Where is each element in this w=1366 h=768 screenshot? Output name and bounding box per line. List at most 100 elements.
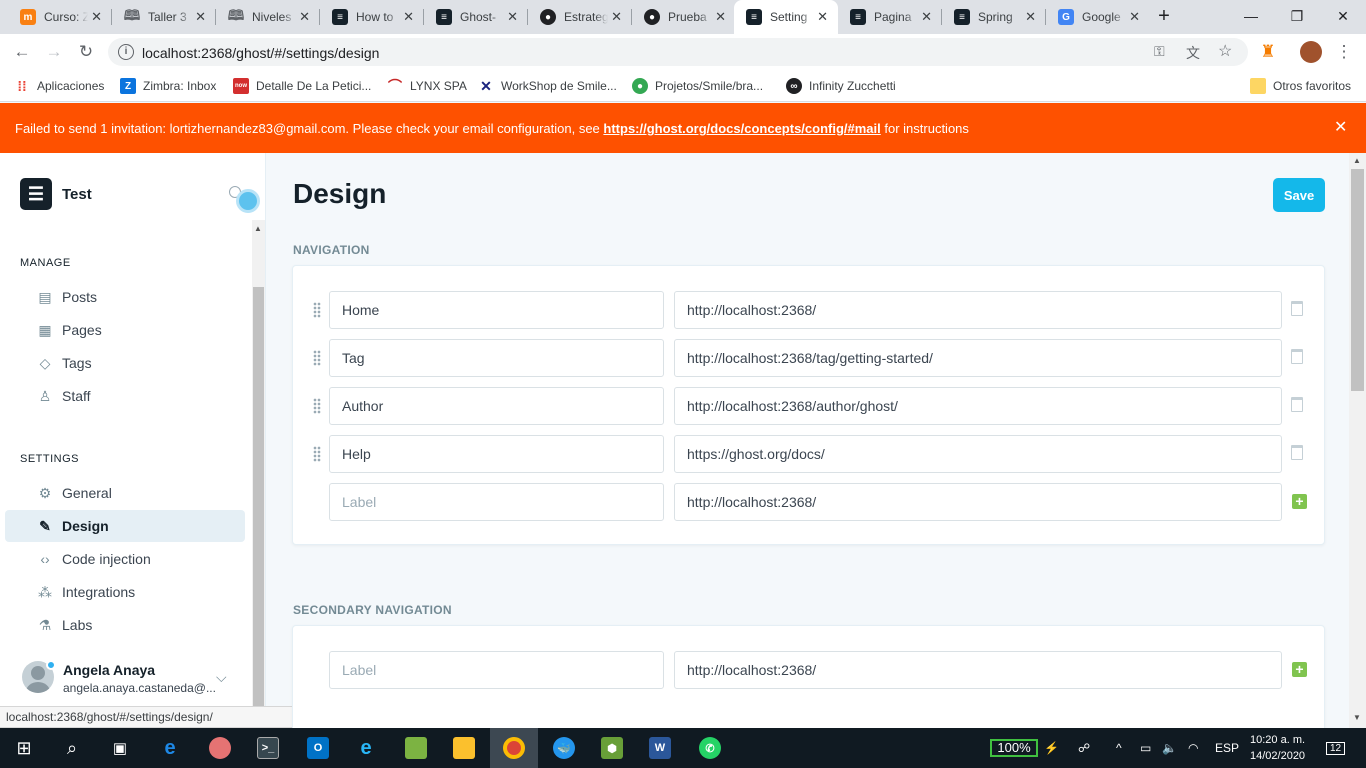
close-tab-icon[interactable]: ✕: [817, 9, 828, 25]
notifications-icon[interactable]: 12: [1326, 728, 1346, 768]
close-tab-icon[interactable]: ✕: [921, 9, 932, 25]
whatsapp-icon[interactable]: ✆: [686, 728, 734, 768]
other-bookmarks[interactable]: Otros favoritos: [1250, 77, 1351, 95]
browser-tab[interactable]: ≡ Spring ✕: [942, 0, 1046, 34]
scrollbar-thumb[interactable]: [253, 287, 264, 706]
close-tab-icon[interactable]: ✕: [1025, 9, 1036, 25]
address-bar[interactable]: i localhost:2368/ghost/#/settings/design…: [108, 38, 1248, 66]
scrollbar-thumb[interactable]: [1351, 169, 1364, 391]
search-icon[interactable]: ⌕: [48, 728, 96, 768]
browser-tab[interactable]: ≡ Pagina ✕: [838, 0, 942, 34]
browser-tab[interactable]: ≡ How to ✕: [320, 0, 424, 34]
bookmark-item[interactable]: ● Projetos/Smile/bra...: [632, 77, 763, 95]
forward-icon[interactable]: →: [42, 40, 66, 64]
bookmark-item[interactable]: ✕ WorkShop de Smile...: [478, 77, 617, 95]
nodejs-icon[interactable]: ⬢: [588, 728, 636, 768]
window-close-icon[interactable]: ✕: [1320, 0, 1366, 32]
nav-label-input[interactable]: Author: [329, 387, 664, 425]
close-tab-icon[interactable]: ✕: [195, 9, 206, 25]
nav-url-input[interactable]: http://localhost:2368/: [674, 291, 1282, 329]
notepad-icon[interactable]: [392, 728, 440, 768]
secondary-url-input[interactable]: http://localhost:2368/: [674, 651, 1282, 689]
sidebar-item-tags[interactable]: ◇ Tags: [36, 353, 92, 373]
chevron-down-icon[interactable]: ⌵: [216, 669, 227, 686]
nav-label-input[interactable]: Tag: [329, 339, 664, 377]
minimize-icon[interactable]: —: [1228, 0, 1274, 32]
extension-icon[interactable]: ♜: [1256, 40, 1280, 64]
browser-tab[interactable]: 🕮 Niveles ✕: [216, 0, 320, 34]
scroll-up-icon[interactable]: ▲: [1353, 156, 1361, 165]
trash-icon[interactable]: [1291, 397, 1303, 412]
trash-icon[interactable]: [1291, 349, 1303, 364]
drag-handle-icon[interactable]: [313, 398, 321, 414]
drag-handle-icon[interactable]: [313, 350, 321, 366]
nav-url-input[interactable]: https://ghost.org/docs/: [674, 435, 1282, 473]
alert-link[interactable]: https://ghost.org/docs/concepts/config/#…: [603, 121, 880, 136]
close-tab-icon[interactable]: ✕: [403, 9, 414, 25]
user-name[interactable]: Angela Anaya: [63, 662, 155, 678]
nav-url-input[interactable]: http://localhost:2368/author/ghost/: [674, 387, 1282, 425]
sidebar-scrollbar[interactable]: ▲: [252, 220, 265, 706]
browser-tab[interactable]: mCurso: Zimbra✕: [8, 0, 112, 34]
language-indicator[interactable]: ESP: [1215, 728, 1239, 768]
cloud-app-icon[interactable]: [196, 728, 244, 768]
new-tab-icon[interactable]: +: [1141, 0, 1187, 32]
secondary-label-input[interactable]: Label: [329, 651, 664, 689]
task-view-icon[interactable]: ▣: [96, 728, 144, 768]
sidebar-item-labs[interactable]: ⚗ Labs: [36, 615, 93, 635]
bookmark-item[interactable]: ∞ Infinity Zucchetti: [786, 77, 896, 95]
reload-icon[interactable]: ↻: [74, 40, 98, 64]
close-tab-icon[interactable]: ✕: [299, 9, 310, 25]
trash-icon[interactable]: [1291, 301, 1303, 316]
battery-indicator[interactable]: 100%: [990, 739, 1038, 757]
bookmark-item[interactable]: now Detalle De La Petici...: [233, 77, 371, 95]
bookmark-star-icon[interactable]: ☆: [1218, 41, 1232, 61]
edge-icon[interactable]: e: [146, 728, 194, 768]
address-url[interactable]: localhost:2368/ghost/#/settings/design: [142, 45, 379, 61]
trash-icon[interactable]: [1291, 445, 1303, 460]
translate-icon[interactable]: 文: [1186, 43, 1200, 63]
browser-tab[interactable]: ≡ Ghost- ✕: [424, 0, 528, 34]
chrome-menu-icon[interactable]: ⋮: [1332, 40, 1356, 64]
sidebar-item-design[interactable]: ✎ Design: [5, 510, 245, 542]
sidebar-item-posts[interactable]: ▤ Posts: [36, 287, 97, 307]
bookmark-apps[interactable]: ⁞⁞ Aplicaciones: [14, 77, 104, 95]
save-button[interactable]: Save: [1273, 178, 1325, 212]
browser-tab[interactable]: 🕮 Taller 3 ✕: [112, 0, 216, 34]
volume-icon[interactable]: 🔈: [1162, 728, 1177, 768]
people-icon[interactable]: ☍: [1078, 728, 1090, 768]
browser-tab[interactable]: G Google ✕: [1046, 0, 1150, 34]
system-clock[interactable]: 10:20 a. m. 14/02/2020: [1250, 732, 1305, 764]
site-info-icon[interactable]: i: [118, 44, 134, 60]
sidebar-item-integrations[interactable]: ⁂ Integrations: [36, 582, 135, 602]
sidebar-item-general[interactable]: ⚙ General: [36, 483, 112, 503]
battery-icon[interactable]: ▭: [1140, 728, 1151, 768]
scroll-down-icon[interactable]: ▼: [1353, 713, 1361, 722]
new-label-input[interactable]: Label: [329, 483, 664, 521]
close-tab-icon[interactable]: ✕: [507, 9, 518, 25]
wifi-icon[interactable]: ◠: [1188, 728, 1198, 768]
word-icon[interactable]: W: [636, 728, 684, 768]
ghost-logo-icon[interactable]: ☰: [20, 178, 52, 210]
drag-handle-icon[interactable]: [313, 446, 321, 462]
docker-icon[interactable]: 🐳: [540, 728, 588, 768]
internet-explorer-icon[interactable]: e: [342, 728, 390, 768]
browser-tab[interactable]: ● Prueba ✕: [632, 0, 736, 34]
sidebar-item-pages[interactable]: ▦ Pages: [36, 320, 101, 340]
nav-label-input[interactable]: Help: [329, 435, 664, 473]
scroll-up-icon[interactable]: ▲: [254, 224, 262, 233]
browser-tab[interactable]: ● Estrateg ✕: [528, 0, 632, 34]
blog-name[interactable]: Test: [62, 186, 92, 203]
show-hidden-icons[interactable]: ^: [1116, 728, 1122, 768]
nav-url-input[interactable]: http://localhost:2368/tag/getting-starte…: [674, 339, 1282, 377]
maximize-icon[interactable]: ❐: [1274, 0, 1320, 32]
close-tab-icon[interactable]: ✕: [611, 9, 622, 25]
terminal-icon[interactable]: >_: [244, 728, 292, 768]
key-icon[interactable]: ⚿: [1154, 43, 1165, 60]
browser-tab-active[interactable]: ≡ Setting ✕: [734, 0, 838, 34]
add-item-icon[interactable]: +: [1292, 494, 1307, 509]
main-scrollbar[interactable]: ▲ ▼: [1349, 153, 1366, 728]
sidebar-item-code-injection[interactable]: ‹› Code injection: [36, 549, 150, 569]
sidebar-item-staff[interactable]: ♙ Staff: [36, 386, 91, 406]
close-icon[interactable]: ✕: [1334, 117, 1347, 137]
